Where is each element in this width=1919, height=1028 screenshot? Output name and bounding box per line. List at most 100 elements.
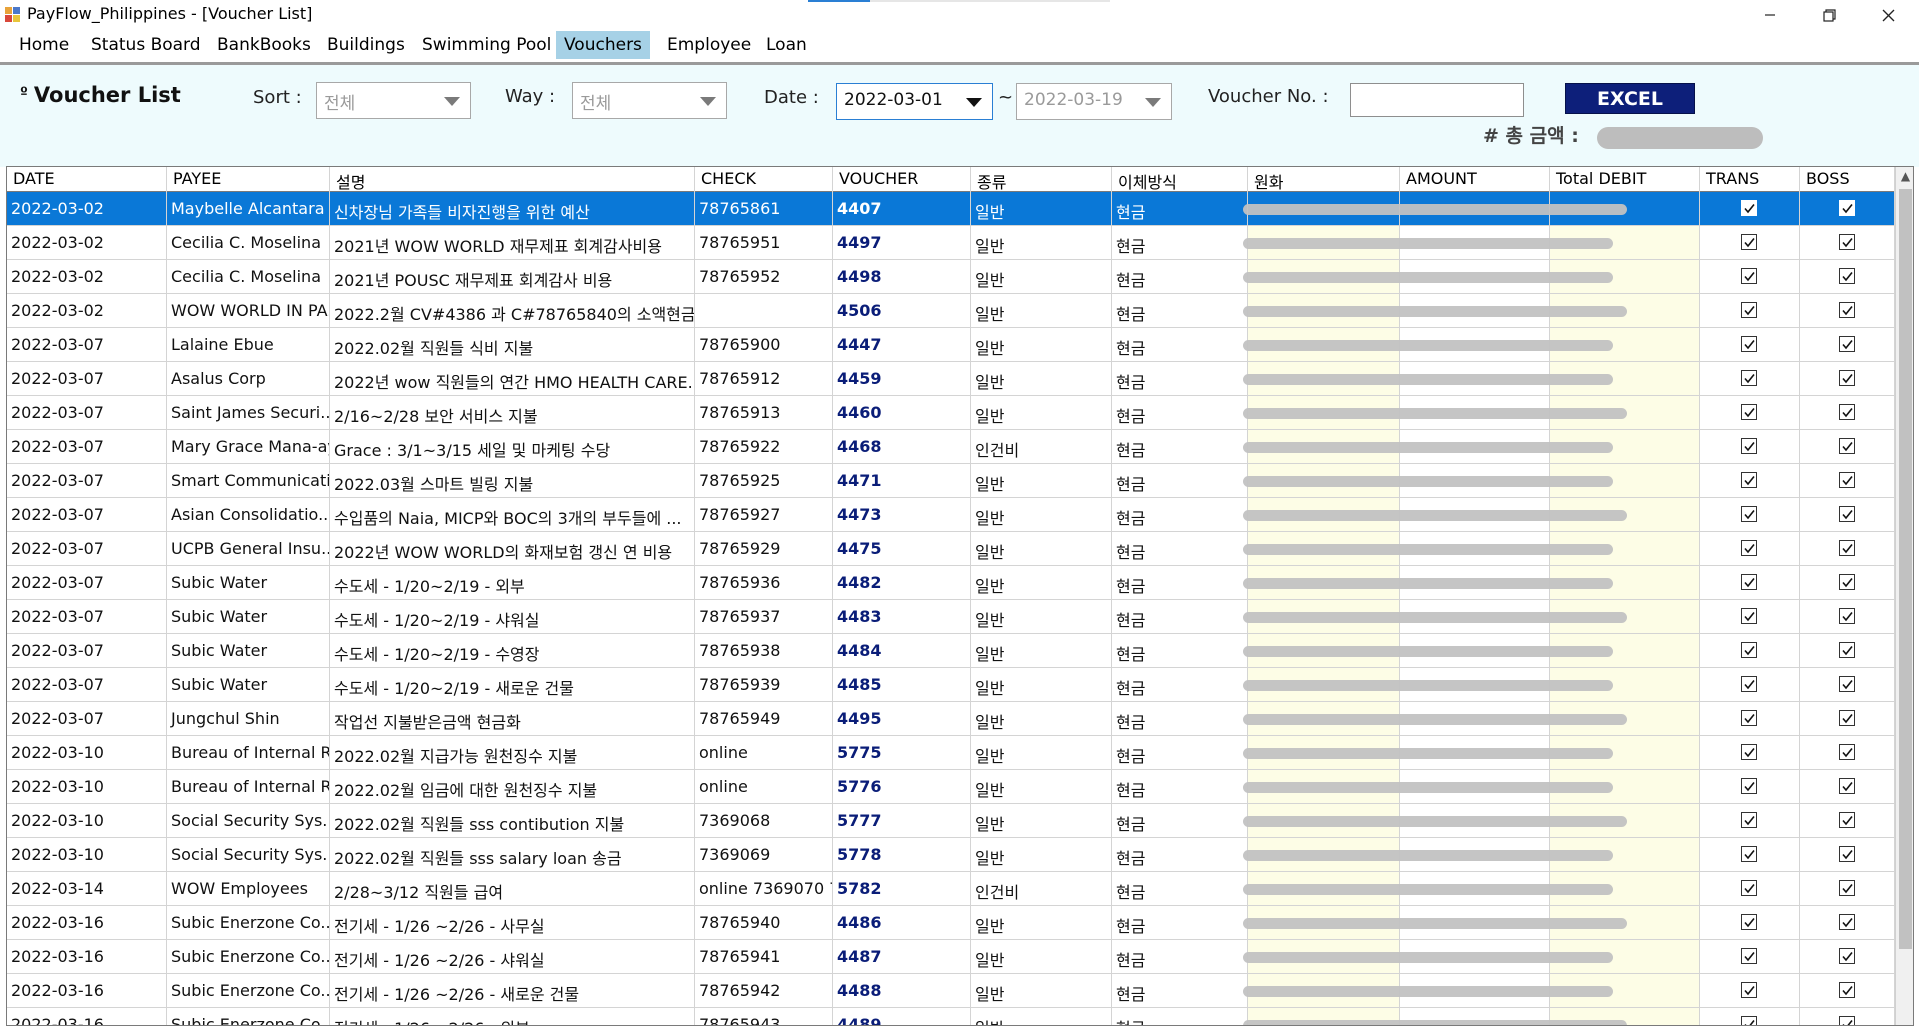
- table-row[interactable]: 2022-03-07 Lalaine Ebue 2022.02월 직원들 식비 지불…: [7, 328, 1895, 362]
- menu-vouchers[interactable]: Vouchers: [556, 31, 650, 59]
- table-row[interactable]: 2022-03-07 Jungchul Shin 작업선 지불받은금액 현금화 787…: [7, 702, 1895, 736]
- trans-checkbox[interactable]: [1741, 506, 1757, 522]
- table-row[interactable]: 2022-03-02 Cecilia C. Moselina 2021년 WOW W…: [7, 226, 1895, 260]
- table-row[interactable]: 2022-03-07 Saint James Securi... 2/16~2/28…: [7, 396, 1895, 430]
- table-row[interactable]: 2022-03-10 Bureau of Internal R... 2022.02…: [7, 736, 1895, 770]
- table-row[interactable]: 2022-03-02 WOW WORLD IN PA... 2022.2월 CV#4…: [7, 294, 1895, 328]
- trans-checkbox[interactable]: [1741, 846, 1757, 862]
- boss-checkbox[interactable]: [1838, 846, 1855, 862]
- trans-checkbox[interactable]: [1741, 676, 1757, 692]
- trans-checkbox[interactable]: [1741, 438, 1757, 454]
- table-row[interactable]: 2022-03-07 Mary Grace Mana-ay Grace : 3/1~…: [7, 430, 1895, 464]
- boss-checkbox[interactable]: [1838, 642, 1855, 658]
- boss-checkbox[interactable]: [1838, 948, 1855, 964]
- restore-button[interactable]: [1802, 0, 1856, 30]
- table-row[interactable]: 2022-03-16Subic Enerzone Co...전기세 - 1/26…: [7, 906, 1895, 940]
- table-row[interactable]: 2022-03-10 Bureau of Internal R... 2022.02…: [7, 770, 1895, 804]
- table-row[interactable]: 2022-03-07 Smart Communicati... 2022.03월 스…: [7, 464, 1895, 498]
- trans-checkbox[interactable]: [1741, 302, 1757, 318]
- trans-checkbox[interactable]: [1741, 982, 1757, 998]
- date-to-picker[interactable]: 2022-03-19: [1016, 83, 1172, 120]
- boss-checkbox[interactable]: [1838, 676, 1855, 692]
- trans-checkbox[interactable]: [1741, 234, 1757, 250]
- trans-checkbox[interactable]: [1741, 914, 1757, 930]
- trans-checkbox[interactable]: [1741, 642, 1757, 658]
- table-row[interactable]: 2022-03-07 Subic Water 수도세 - 1/20~2/19 - 샤…: [7, 600, 1895, 634]
- table-row[interactable]: 2022-03-16Subic Enerzone Co...전기세 - 1/26…: [7, 974, 1895, 1008]
- table-row[interactable]: 2022-03-10 Social Security Sys... 2022.02월…: [7, 804, 1895, 838]
- table-row[interactable]: 2022-03-07 Subic Water 수도세 - 1/20~2/19 - 수…: [7, 634, 1895, 668]
- boss-checkbox[interactable]: [1838, 982, 1855, 998]
- close-button[interactable]: [1861, 0, 1915, 30]
- table-row[interactable]: 2022-03-02 Maybelle Alcantara 신차장님 가족들 비자진…: [7, 192, 1895, 226]
- boss-checkbox[interactable]: [1838, 812, 1855, 828]
- menu-loan[interactable]: Loan: [758, 31, 815, 59]
- table-row[interactable]: 2022-03-16Subic Enerzone Co...전기세 - 1/26…: [7, 1008, 1895, 1025]
- boss-checkbox[interactable]: [1838, 302, 1855, 318]
- boss-checkbox[interactable]: [1838, 370, 1855, 386]
- trans-checkbox[interactable]: [1741, 710, 1757, 726]
- trans-checkbox[interactable]: [1741, 268, 1757, 284]
- menu-home[interactable]: Home: [11, 31, 77, 59]
- trans-checkbox[interactable]: [1741, 200, 1757, 216]
- trans-checkbox[interactable]: [1741, 608, 1757, 624]
- boss-checkbox[interactable]: [1838, 608, 1855, 624]
- table-row[interactable]: 2022-03-10 Social Security Sys... 2022.02월…: [7, 838, 1895, 872]
- trans-checkbox[interactable]: [1741, 812, 1757, 828]
- boss-checkbox[interactable]: [1838, 914, 1855, 930]
- table-row[interactable]: 2022-03-02 Cecilia C. Moselina 2021년 POUSC…: [7, 260, 1895, 294]
- boss-checkbox[interactable]: [1838, 778, 1855, 794]
- header-col-method[interactable]: 이체방식: [1112, 167, 1248, 192]
- boss-checkbox[interactable]: [1838, 234, 1855, 250]
- header-col-check[interactable]: CHECK: [695, 167, 833, 192]
- scroll-up-icon[interactable]: ▲: [1896, 167, 1913, 186]
- boss-checkbox[interactable]: [1838, 268, 1855, 284]
- header-col-boss[interactable]: BOSS: [1800, 167, 1895, 192]
- table-row[interactable]: 2022-03-07 UCPB General Insu... 2022년 WOW …: [7, 532, 1895, 566]
- menu-bankbooks[interactable]: BankBooks: [209, 31, 319, 59]
- sort-select[interactable]: 전체: [316, 82, 471, 119]
- table-row[interactable]: 2022-03-07 Asalus Corp 2022년 wow 직원들의 연간 H…: [7, 362, 1895, 396]
- vertical-scrollbar[interactable]: ▲: [1895, 167, 1913, 1025]
- boss-checkbox[interactable]: [1838, 336, 1855, 352]
- trans-checkbox[interactable]: [1741, 574, 1757, 590]
- header-col-amount[interactable]: AMOUNT: [1400, 167, 1550, 192]
- table-row[interactable]: 2022-03-14 WOW Employees 2/28~3/12 직원들 급여 o…: [7, 872, 1895, 906]
- minimize-button[interactable]: [1743, 0, 1797, 30]
- scrollbar-thumb[interactable]: [1899, 189, 1912, 949]
- excel-button[interactable]: EXCEL: [1565, 83, 1695, 114]
- trans-checkbox[interactable]: [1741, 370, 1757, 386]
- trans-checkbox[interactable]: [1741, 336, 1757, 352]
- boss-checkbox[interactable]: [1838, 1016, 1855, 1025]
- trans-checkbox[interactable]: [1741, 472, 1757, 488]
- boss-checkbox[interactable]: [1838, 472, 1855, 488]
- trans-checkbox[interactable]: [1741, 880, 1757, 896]
- header-col-description[interactable]: 설명: [330, 167, 695, 192]
- trans-checkbox[interactable]: [1741, 404, 1757, 420]
- header-col-trans[interactable]: TRANS: [1700, 167, 1800, 192]
- header-col-krw[interactable]: 원화: [1248, 167, 1400, 192]
- menu-buildings[interactable]: Buildings: [319, 31, 413, 59]
- header-col-total-debit[interactable]: Total DEBIT: [1550, 167, 1700, 192]
- table-row[interactable]: 2022-03-07 Asian Consolidatio... 수입품의 Naia…: [7, 498, 1895, 532]
- boss-checkbox[interactable]: [1838, 540, 1855, 556]
- menu-employee[interactable]: Employee: [659, 31, 759, 59]
- table-row[interactable]: 2022-03-07 Subic Water 수도세 - 1/20~2/19 - 외…: [7, 566, 1895, 600]
- table-row[interactable]: 2022-03-16Subic Enerzone Co...전기세 - 1/26…: [7, 940, 1895, 974]
- boss-checkbox[interactable]: [1838, 574, 1855, 590]
- boss-checkbox[interactable]: [1838, 880, 1855, 896]
- header-col-voucher[interactable]: VOUCHER: [833, 167, 971, 192]
- voucher-no-input[interactable]: [1350, 83, 1524, 117]
- trans-checkbox[interactable]: [1741, 540, 1757, 556]
- header-col-payee[interactable]: PAYEE: [167, 167, 330, 192]
- boss-checkbox[interactable]: [1838, 710, 1855, 726]
- boss-checkbox[interactable]: [1838, 438, 1855, 454]
- table-row[interactable]: 2022-03-07 Subic Water 수도세 - 1/20~2/19 - 새…: [7, 668, 1895, 702]
- trans-checkbox[interactable]: [1741, 1016, 1757, 1025]
- menu-swimming-pool[interactable]: Swimming Pool: [414, 31, 559, 59]
- menu-status-board[interactable]: Status Board: [83, 31, 209, 59]
- header-col-type[interactable]: 종류: [971, 167, 1112, 192]
- boss-checkbox[interactable]: [1838, 506, 1855, 522]
- trans-checkbox[interactable]: [1741, 948, 1757, 964]
- boss-checkbox[interactable]: [1838, 200, 1855, 216]
